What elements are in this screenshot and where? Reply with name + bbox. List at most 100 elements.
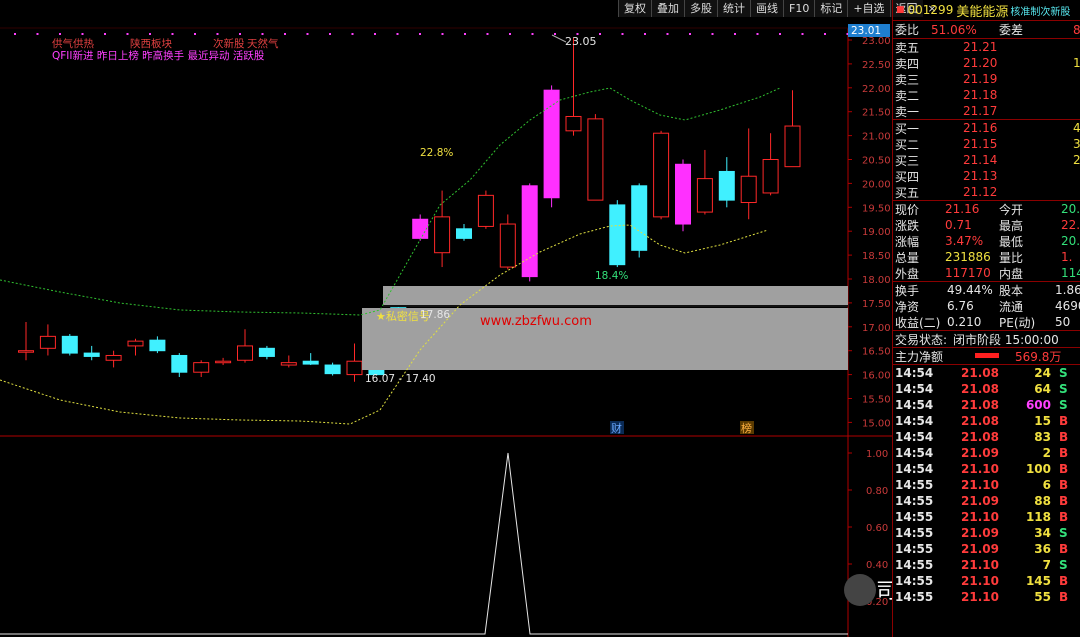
concept-tag: 次新股: [213, 37, 245, 50]
toolbar-button-4[interactable]: 画线: [750, 0, 783, 17]
stats-row: 涨跌 0.71 最高 22.: [893, 217, 1080, 233]
top-marker-dot: [126, 33, 129, 35]
price-tick-label: 16.00: [862, 371, 891, 382]
tick-price: 21.08: [961, 366, 999, 380]
candle-body: [127, 340, 144, 347]
tick-volume: 7: [1042, 558, 1051, 572]
ask-price: 21.18: [963, 88, 998, 102]
indicator-tick-label: 1.00: [866, 449, 888, 460]
top-marker-dot: [419, 33, 421, 35]
candle-body: [565, 115, 582, 132]
peak-price-label: 23.05: [565, 35, 597, 48]
tick-side: B: [1059, 462, 1069, 476]
toolbar-button-6[interactable]: 标记: [814, 0, 848, 17]
tick-price: 21.08: [961, 382, 999, 396]
top-marker-dot: [734, 33, 736, 35]
tick-time: 14:55: [895, 574, 934, 588]
tick-row: 14:54 21.08 15 B: [893, 413, 1080, 429]
candle-body: [280, 362, 297, 366]
candle-body: [521, 185, 538, 278]
ask-price: 21.19: [963, 72, 998, 86]
top-marker-dot: [396, 33, 399, 35]
tick-price: 21.09: [961, 446, 999, 460]
trade-status-row: 交易状态: 闭市阶段 15:00:00: [893, 330, 1080, 347]
tick-price: 21.10: [961, 558, 999, 572]
price-tick-label: 17.00: [862, 323, 891, 334]
candle-body: [675, 163, 691, 225]
tick-side: S: [1059, 526, 1068, 540]
tick-volume: 100: [1025, 462, 1051, 476]
stat-label: 流通: [999, 299, 1024, 314]
tick-side: B: [1059, 430, 1069, 444]
net-flow-label: 主力净额: [895, 349, 944, 364]
ask-label: 卖一: [895, 104, 920, 119]
tick-volume: 64: [1034, 382, 1051, 396]
toolbar-button-7[interactable]: +自选: [847, 0, 890, 17]
order-book: 卖五 21.21 卖四 21.20 1 卖三 21.19 卖二 21.18 卖一 21.17: [893, 38, 1080, 119]
indicator-tick-label: 0.60: [866, 523, 888, 534]
concept-tag-line2: QFII新进 昨日上榜 昨高换手 最近异动 活跃股: [52, 49, 265, 62]
top-marker-dot: [81, 33, 84, 35]
tick-row: 14:55 21.09 36 B: [893, 541, 1080, 557]
tick-time: 14:54: [895, 446, 934, 460]
toolbar-button-5[interactable]: F10: [783, 0, 815, 17]
stat-label: 收益(二): [895, 315, 941, 330]
stat-label: 外盘: [895, 266, 920, 281]
stat-value: 6.76: [947, 299, 974, 313]
toolbar-button-2[interactable]: 多股: [684, 0, 717, 17]
stat-value: 22.: [1061, 218, 1080, 232]
bid-label: 买五: [895, 185, 920, 200]
tick-volume: 2: [1042, 446, 1051, 460]
stat-value: 21.16: [945, 202, 980, 216]
bid-row: 买三 21.14 2: [893, 152, 1080, 168]
quote-panel: ■ 001299 美能能源 核准制次新股 委比 51.06% 委差 8 卖五 21.21 卖四 21.…: [892, 0, 1080, 637]
tick-volume: 36: [1034, 542, 1051, 556]
tick-row: 14:55 21.09 88 B: [893, 493, 1080, 509]
kline-chart[interactable]: 23.00 22.50 22.00 21.50 21.00 20.50 20.00 19.50…: [0, 0, 892, 637]
toolbar-button-1[interactable]: 叠加: [651, 0, 684, 17]
tick-price: 21.10: [961, 510, 999, 524]
top-marker-dot: [216, 33, 219, 35]
stat-value: 0.71: [945, 218, 972, 232]
ask-row: 卖一 21.17: [893, 103, 1080, 119]
tick-time: 14:54: [895, 414, 934, 428]
weibi-label: 委比: [895, 23, 920, 37]
current-price-tag-label: 23.01: [851, 25, 881, 37]
tick-volume: 24: [1034, 366, 1051, 380]
stat-value: 49.44%: [947, 283, 993, 297]
toolbar-button-3[interactable]: 统计: [717, 0, 750, 17]
candle-body: [762, 159, 779, 194]
tick-price: 21.09: [961, 494, 999, 508]
stock-tag: 核准制次新股: [1010, 6, 1071, 18]
tick-side: S: [1059, 398, 1068, 412]
indicator-tick-label: 0.80: [866, 486, 888, 497]
stats-block: 现价 21.16 今开 20. 涨跌 0.71 最高 22. 涨幅 3.47% 最低 20. 总量 231…: [893, 200, 1080, 281]
marker-cai: 财: [611, 421, 622, 435]
tick-volume: 88: [1034, 494, 1051, 508]
top-marker-dot: [351, 33, 354, 35]
tick-row: 14:54 21.09 2 B: [893, 445, 1080, 461]
price-tick-label: 20.50: [862, 156, 891, 167]
tick-side: B: [1059, 542, 1069, 556]
tick-time: 14:55: [895, 478, 934, 492]
stat-value: 1147: [1061, 266, 1080, 280]
top-marker-dot: [801, 33, 804, 35]
tick-time: 14:55: [895, 526, 934, 540]
price-tick-label: 22.00: [862, 84, 891, 95]
stock-code: 001299: [907, 3, 954, 17]
concept-tag: 天然气: [247, 37, 279, 50]
candle-body: [653, 132, 670, 218]
net-flow-value: 569.8万: [1015, 349, 1062, 364]
stat-value: 20.: [1061, 202, 1080, 216]
pct-low-label: 18.4%: [595, 270, 628, 282]
toolbar-button-0[interactable]: 复权: [618, 0, 651, 17]
top-marker-dot: [464, 33, 466, 35]
tick-row: 14:55 21.09 34 S: [893, 525, 1080, 541]
tick-price: 21.08: [961, 398, 999, 412]
price-tick-label: 15.50: [862, 395, 891, 406]
bid-volume: 2: [1073, 153, 1080, 167]
top-marker-dot: [104, 33, 106, 35]
wechat-icon: [844, 574, 876, 606]
bid-volume: 4: [1073, 121, 1080, 135]
bid-label: 买四: [895, 169, 920, 184]
